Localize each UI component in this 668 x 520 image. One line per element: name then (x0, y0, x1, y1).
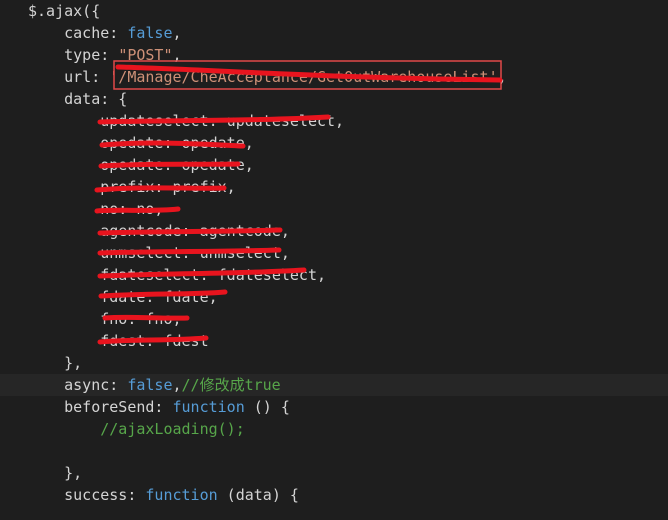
code-token: fdate: fdate, (28, 288, 218, 306)
code-line[interactable]: opedate: opedate, (0, 132, 668, 154)
code-token: fno: fno, (28, 310, 182, 328)
code-line[interactable]: updateselect: updateselect, (0, 110, 668, 132)
code-token: false (127, 376, 173, 394)
code-token: "POST" (118, 46, 173, 64)
code-token: function (145, 486, 218, 504)
code-token: }, (28, 354, 83, 372)
code-line[interactable]: opedate: opedate, (0, 154, 668, 176)
code-token: type: (28, 46, 119, 64)
code-token: url: (28, 68, 110, 86)
code-editor[interactable]: $.ajax({ cache: false, type: "POST", url… (0, 0, 668, 520)
code-token: agentcode: agentcode, (28, 222, 290, 240)
code-token: cache: (28, 24, 128, 42)
code-token: '/Manage/CheAcceptance/GetOutWarehouseLi… (109, 68, 498, 86)
code-line[interactable]: fdest: fdest (0, 330, 668, 352)
code-line[interactable] (0, 440, 668, 462)
code-token: () { (244, 398, 290, 416)
code-line[interactable]: agentcode: agentcode, (0, 220, 668, 242)
code-line[interactable]: data: { (0, 88, 668, 110)
code-token: no: no, (28, 200, 164, 218)
code-line[interactable]: $.ajax({ (0, 0, 668, 22)
code-token: unmselect: unmselect, (28, 244, 290, 262)
code-token: success: (28, 486, 146, 504)
code-token: (data) { (217, 486, 299, 504)
code-line[interactable]: cache: false, (0, 22, 668, 44)
code-line[interactable]: //ajaxLoading(); (0, 418, 668, 440)
code-token: data: { (28, 90, 128, 108)
code-line[interactable]: prefix: prefix, (0, 176, 668, 198)
code-token: }, (28, 464, 83, 482)
code-token: //ajaxLoading(); (28, 420, 245, 438)
code-token: false (127, 24, 173, 42)
code-line[interactable]: async: false,//修改成true (0, 374, 668, 396)
code-line[interactable]: fno: fno, (0, 308, 668, 330)
code-token: opedate: opedate, (28, 156, 254, 174)
code-token: beforeSend: (28, 398, 173, 416)
code-line[interactable]: unmselect: unmselect, (0, 242, 668, 264)
code-token: async: (28, 376, 128, 394)
code-token: opedate: opedate, (28, 134, 254, 152)
code-line[interactable]: }, (0, 352, 668, 374)
code-line[interactable]: type: "POST", (0, 44, 668, 66)
code-line[interactable]: beforeSend: function () { (0, 396, 668, 418)
code-token: , (172, 376, 182, 394)
code-token: , (172, 24, 182, 42)
code-token: //修改成true (181, 376, 281, 394)
code-line[interactable]: success: function (data) { (0, 484, 668, 506)
code-token: , (497, 68, 507, 86)
code-token: $.ajax({ (28, 2, 101, 20)
code-line[interactable]: no: no, (0, 198, 668, 220)
code-token: fdateselect: fdateselect, (28, 266, 327, 284)
code-line[interactable]: url: '/Manage/CheAcceptance/GetOutWareho… (0, 66, 668, 88)
code-line[interactable]: fdate: fdate, (0, 286, 668, 308)
code-token: fdest: fdest (28, 332, 209, 350)
code-token: function (172, 398, 245, 416)
code-token: , (172, 46, 182, 64)
code-line[interactable]: fdateselect: fdateselect, (0, 264, 668, 286)
code-line[interactable]: }, (0, 462, 668, 484)
code-token: prefix: prefix, (28, 178, 236, 196)
code-token: updateselect: updateselect, (28, 112, 345, 130)
